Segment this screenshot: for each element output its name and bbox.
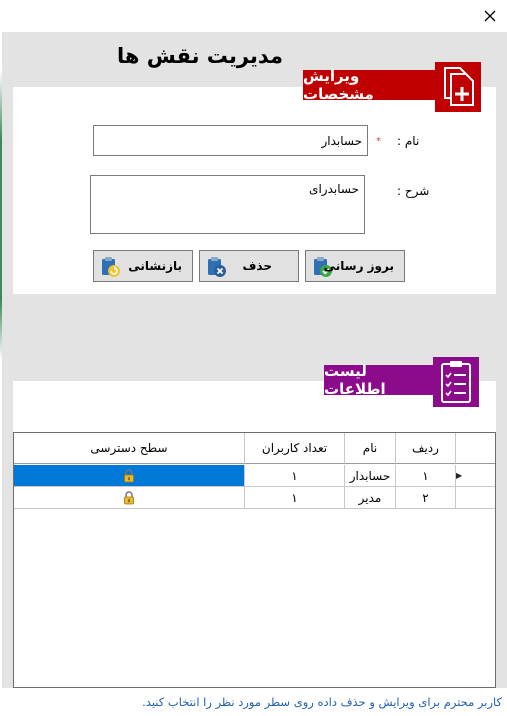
description-label: شرح :	[397, 184, 430, 198]
role-name-cell[interactable]: مدیر	[345, 487, 396, 509]
reset-button-label: بازنشانی	[128, 259, 182, 273]
table-row[interactable]: ۱ حسابدار ۱ ▶	[14, 465, 495, 487]
row-header-cell[interactable]: ▶	[456, 465, 495, 487]
status-hint-text: کاربر محترم برای ویرایش و حذف داده روی س…	[142, 695, 502, 709]
description-textarea[interactable]: حسابدرای	[90, 175, 365, 234]
page-title: مدیریت نقش ها	[117, 44, 283, 68]
row-number-cell[interactable]: ۲	[396, 487, 456, 509]
required-marker: *	[376, 136, 381, 147]
clipboard-delete-icon	[208, 257, 226, 277]
name-input[interactable]	[93, 125, 368, 156]
edit-section-title: ویرایش مشخصات	[303, 67, 374, 103]
close-button[interactable]	[473, 0, 507, 32]
status-bar: کاربر محترم برای ویرایش و حذف داده روی س…	[0, 688, 507, 716]
close-icon	[484, 10, 496, 22]
user-count-cell[interactable]: ۱	[245, 487, 345, 509]
row-header-cell[interactable]	[456, 487, 495, 509]
column-header-name[interactable]: نام	[345, 433, 396, 464]
table-row[interactable]: ۱ مدیر ۲	[14, 487, 495, 509]
list-section-title: لیست اطلاعات	[324, 362, 386, 398]
name-label: نام :	[397, 134, 420, 148]
delete-button[interactable]: حذف	[199, 250, 299, 282]
reset-button[interactable]: بازنشانی	[93, 250, 193, 282]
lock-icon	[124, 490, 134, 504]
grid-header-row: سطح دسترسی تعداد کاربران نام ردیف	[14, 433, 495, 464]
column-header-row-number[interactable]: ردیف	[396, 433, 456, 464]
edit-section-header: ویرایش مشخصات	[303, 67, 436, 103]
add-document-icon	[435, 62, 481, 112]
left-edge-accent	[0, 0, 2, 716]
user-count-cell[interactable]: ۱	[245, 465, 345, 487]
clipboard-refresh-icon	[102, 257, 120, 277]
current-row-indicator: ▶	[456, 471, 463, 480]
update-button[interactable]: بروز رسانی	[305, 250, 405, 282]
row-header-corner	[456, 433, 495, 464]
column-header-user-count[interactable]: تعداد کاربران	[245, 433, 345, 464]
window-titlebar	[0, 0, 507, 32]
row-number-cell[interactable]: ۱	[396, 465, 456, 487]
list-section-header: لیست اطلاعات	[324, 362, 433, 398]
checklist-icon	[433, 357, 479, 407]
role-name-cell[interactable]: حسابدار	[345, 465, 396, 487]
roles-grid[interactable]: سطح دسترسی تعداد کاربران نام ردیف ۱ حساب…	[13, 432, 496, 688]
column-header-access-level[interactable]: سطح دسترسی	[14, 433, 245, 464]
access-level-cell[interactable]	[14, 487, 245, 509]
update-button-label: بروز رسانی	[323, 259, 394, 273]
delete-button-label: حذف	[242, 259, 272, 273]
access-level-cell[interactable]	[14, 465, 245, 487]
lock-icon	[124, 468, 134, 482]
